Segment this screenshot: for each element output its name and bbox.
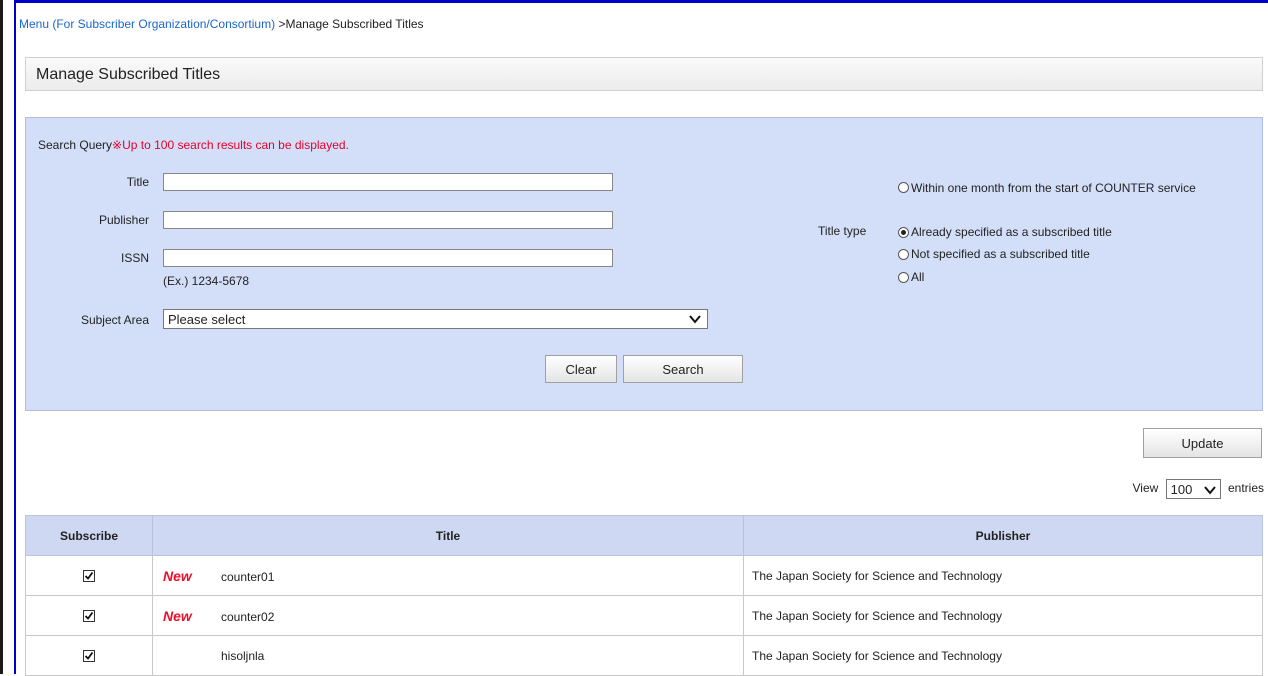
page-size-control: View 100 entries [1132, 479, 1264, 499]
subscribed-titles-table: Subscribe Title Publisher New counter01 T… [25, 515, 1263, 676]
column-header-subscribe[interactable]: Subscribe [25, 515, 153, 556]
table-row: hisoljnla The Japan Society for Science … [25, 635, 1263, 676]
page-size-value: 100 [1170, 482, 1193, 497]
clear-button[interactable]: Clear [545, 355, 617, 383]
chevron-down-icon [1203, 486, 1216, 495]
window-edge-left [0, 0, 3, 674]
title-type-option-label: Already specified as a subscribed title [911, 225, 1112, 239]
title-label: Title [126, 175, 149, 189]
radio-not-specified[interactable] [898, 249, 909, 260]
publisher-cell: The Japan Society for Science and Techno… [743, 595, 1263, 636]
column-header-publisher[interactable]: Publisher [743, 515, 1263, 556]
title-type-option-not-specified[interactable]: Not specified as a subscribed title [898, 247, 1090, 261]
publisher-input[interactable] [163, 211, 613, 229]
title-type-option-label: All [911, 270, 925, 284]
title-text: hisoljnla [221, 648, 265, 663]
title-input[interactable] [163, 173, 613, 191]
search-query-label: Search Query※Up to 100 search results ca… [38, 138, 349, 152]
update-button[interactable]: Update [1143, 428, 1262, 458]
subscribe-checkbox[interactable] [83, 610, 95, 623]
radio-all[interactable] [898, 272, 909, 283]
title-text: counter02 [221, 609, 275, 624]
title-text: counter01 [221, 569, 275, 584]
title-type-option-all[interactable]: All [898, 270, 924, 284]
window-edge-blue [14, 0, 16, 674]
new-badge: New [163, 607, 192, 624]
subject-area-value: Please select [168, 312, 246, 327]
subject-area-label: Subject Area [80, 313, 149, 327]
column-header-title[interactable]: Title [152, 515, 744, 556]
check-icon [84, 612, 94, 621]
subscribe-cell [25, 555, 153, 596]
title-type-option-label: Within one month from the start of COUNT… [911, 181, 1196, 195]
search-panel: Search Query※Up to 100 search results ca… [25, 117, 1263, 411]
breadcrumb-separator: > [275, 17, 286, 31]
view-suffix: entries [1227, 481, 1264, 496]
radio-already-specified[interactable] [898, 227, 909, 238]
title-cell: New counter01 [152, 555, 744, 596]
title-cell: hisoljnla [152, 635, 744, 676]
view-prefix: View [1132, 481, 1159, 496]
table-header-row: Subscribe Title Publisher [25, 515, 1263, 556]
search-limit-note: ※Up to 100 search results can be display… [112, 138, 349, 152]
page-title: Manage Subscribed Titles [36, 66, 221, 83]
subscribe-cell [25, 635, 153, 676]
breadcrumb-menu-link[interactable]: Menu (For Subscriber Organization/Consor… [19, 17, 275, 31]
title-type-option-within-month[interactable]: Within one month from the start of COUNT… [898, 180, 1238, 196]
breadcrumb-current: Manage Subscribed Titles [285, 17, 424, 31]
publisher-label: Publisher [98, 213, 149, 227]
publisher-cell: The Japan Society for Science and Techno… [743, 635, 1263, 676]
subscribe-checkbox[interactable] [83, 650, 95, 663]
subject-area-select[interactable]: Please select [163, 309, 708, 329]
window-edge-top [14, 0, 1268, 3]
title-type-option-already-specified[interactable]: Already specified as a subscribed title [898, 225, 1112, 239]
table-row: New counter01 The Japan Society for Scien… [25, 555, 1263, 596]
issn-input[interactable] [163, 249, 613, 267]
title-cell: New counter02 [152, 595, 744, 636]
chevron-down-icon [689, 315, 701, 324]
breadcrumb: Menu (For Subscriber Organization/Consor… [19, 17, 424, 31]
new-badge: New [163, 567, 192, 584]
search-button[interactable]: Search [623, 355, 743, 383]
search-query-text: Search Query [38, 138, 113, 152]
check-icon [84, 572, 94, 581]
title-type-option-label: Not specified as a subscribed title [911, 247, 1090, 261]
page-size-select[interactable]: 100 [1165, 479, 1221, 499]
issn-label: ISSN [120, 251, 149, 265]
title-type-label: Title type [818, 224, 867, 238]
subscribe-checkbox[interactable] [83, 570, 95, 583]
radio-within-month[interactable] [898, 182, 909, 193]
page-title-bar: Manage Subscribed Titles [25, 57, 1263, 91]
table-row: New counter02 The Japan Society for Scien… [25, 595, 1263, 636]
subscribe-cell [25, 595, 153, 636]
publisher-cell: The Japan Society for Science and Techno… [743, 555, 1263, 596]
issn-hint: (Ex.) 1234-5678 [163, 274, 250, 288]
check-icon [84, 652, 94, 661]
